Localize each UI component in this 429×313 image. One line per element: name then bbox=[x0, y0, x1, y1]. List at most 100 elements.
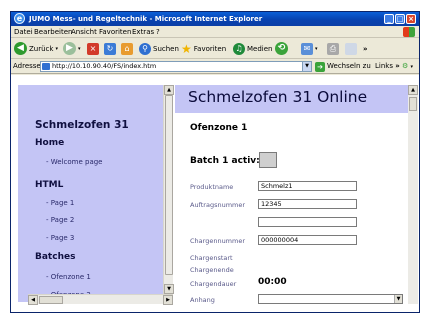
sidebar bbox=[18, 85, 173, 302]
back-button[interactable]: ◀ Zurück ▾ bbox=[14, 41, 58, 56]
field-label-anhang: Anhang bbox=[190, 296, 215, 304]
search-label: Suchen bbox=[153, 44, 179, 53]
scroll-right-icon[interactable]: ▶ bbox=[163, 295, 173, 305]
maximize-icon[interactable]: □ bbox=[395, 14, 405, 24]
toolbar: ◀ Zurück ▾ ▶ ▾ × ↻ ⌂ ⚲ Suchen ★ Favorite… bbox=[11, 38, 419, 59]
media-icon: ♫ bbox=[233, 42, 245, 55]
scroll-up-icon[interactable]: ▲ bbox=[164, 85, 174, 95]
menu-favoriten[interactable]: Favoriten bbox=[99, 27, 131, 37]
stop-button[interactable]: × bbox=[87, 41, 99, 56]
back-dropdown-icon[interactable]: ▾ bbox=[55, 46, 58, 52]
page-title: Schmelzofen 31 Online bbox=[188, 88, 368, 106]
print-button[interactable]: ⎙ bbox=[327, 41, 339, 56]
menu-bearbeiten[interactable]: Bearbeiten bbox=[34, 27, 72, 37]
field-label-produktname: Produktname bbox=[190, 183, 234, 191]
batch-label: Batch 1 activ: bbox=[190, 156, 260, 166]
address-input[interactable]: http://10.10.90.40/FS/index.htm ▼ bbox=[40, 61, 312, 72]
extension-dropdown-icon: ▾ bbox=[410, 64, 414, 70]
sidebar-item-page-1[interactable]: - Page 1 bbox=[46, 199, 74, 207]
history-icon: ⟲ bbox=[275, 42, 288, 55]
print-icon: ⎙ bbox=[327, 42, 339, 55]
sidebar-item-ofenzone-1[interactable]: - Ofenzone 1 bbox=[46, 273, 91, 281]
scroll-down-icon[interactable]: ▼ bbox=[164, 284, 174, 294]
edit-page-icon bbox=[345, 42, 357, 55]
mail-button[interactable]: ✉ ▾ bbox=[301, 41, 318, 56]
mail-dropdown-icon[interactable]: ▾ bbox=[315, 46, 318, 52]
search-icon: ⚲ bbox=[139, 42, 151, 55]
history-button[interactable]: ⟲ bbox=[275, 41, 288, 56]
go-button[interactable]: ➔ Wechseln zu bbox=[315, 61, 371, 72]
stop-icon: × bbox=[87, 42, 99, 55]
mail-icon: ✉ bbox=[301, 42, 313, 55]
zone-title: Ofenzone 1 bbox=[190, 123, 248, 133]
close-icon[interactable]: × bbox=[406, 14, 416, 24]
menu-datei[interactable]: Datei bbox=[14, 27, 33, 37]
window-title: JUMO Mess- und Regeltechnik - Microsoft … bbox=[29, 15, 263, 23]
address-url: http://10.10.90.40/FS/index.htm bbox=[52, 62, 157, 70]
menu-extras[interactable]: Extras bbox=[132, 27, 154, 37]
sidebar-item-welcome-page[interactable]: - Welcome page bbox=[46, 158, 102, 166]
refresh-button[interactable]: ↻ bbox=[104, 41, 116, 56]
go-label: Wechseln zu bbox=[327, 62, 371, 70]
toolbar-overflow-icon[interactable]: » bbox=[363, 41, 368, 56]
sidebar-vertical-scrollbar[interactable]: ▲ ▼ bbox=[163, 85, 174, 294]
forward-button[interactable]: ▶ ▾ bbox=[63, 41, 81, 56]
media-button[interactable]: ♫ Medien bbox=[233, 41, 272, 56]
favorites-label: Favoriten bbox=[193, 44, 227, 53]
links-button[interactable]: Links » ⚙ ▾ bbox=[375, 61, 413, 73]
field-label-chargendauer: Chargendauer bbox=[190, 280, 237, 288]
horizontal-scroll-thumb[interactable] bbox=[39, 296, 63, 304]
ie-logo-icon: e bbox=[14, 13, 25, 24]
menu-help[interactable]: ? bbox=[156, 27, 160, 37]
textarea-scroll-icon[interactable]: ▼ bbox=[394, 295, 402, 303]
field-label-chargenende: Chargenende bbox=[190, 266, 234, 274]
sidebar-horizontal-scrollbar[interactable]: ◀ ▶ bbox=[28, 294, 173, 305]
links-overflow-icon: » bbox=[395, 62, 400, 70]
menu-ansicht[interactable]: Ansicht bbox=[71, 27, 97, 37]
anhang-textarea[interactable]: ▼ bbox=[258, 294, 403, 304]
menu-bar: Datei Bearbeiten Ansicht Favoriten Extra… bbox=[11, 26, 419, 38]
back-label: Zurück bbox=[29, 44, 54, 53]
sidebar-item-page-2[interactable]: - Page 2 bbox=[46, 216, 74, 224]
extension-icon: ⚙ bbox=[401, 62, 409, 70]
refresh-icon: ↻ bbox=[104, 42, 116, 55]
batch-active-indicator bbox=[259, 152, 277, 168]
field-label-auftragsnummer: Auftragsnummer bbox=[190, 201, 246, 209]
search-button[interactable]: ⚲ Suchen bbox=[139, 41, 179, 56]
home-button[interactable]: ⌂ bbox=[121, 41, 133, 56]
page-icon bbox=[42, 63, 50, 70]
edit-button[interactable] bbox=[345, 41, 357, 56]
chargennummer-input[interactable]: 000000004 bbox=[258, 235, 357, 245]
field-label-chargenstart: Chargenstart bbox=[190, 254, 233, 262]
back-arrow-icon: ◀ bbox=[14, 42, 27, 55]
main-scroll-up-icon[interactable]: ▲ bbox=[408, 85, 418, 95]
window-controls: _ □ × bbox=[384, 14, 416, 24]
sidebar-item-html[interactable]: HTML bbox=[35, 180, 63, 190]
favorites-star-icon: ★ bbox=[181, 41, 192, 56]
forward-dropdown-icon[interactable]: ▾ bbox=[78, 46, 81, 52]
forward-arrow-icon: ▶ bbox=[63, 42, 76, 55]
main-scroll-thumb[interactable] bbox=[409, 97, 417, 111]
address-bar: Adresse http://10.10.90.40/FS/index.htm … bbox=[11, 59, 419, 74]
links-label: Links bbox=[375, 62, 393, 70]
sidebar-item-home[interactable]: Home bbox=[35, 138, 64, 148]
go-arrow-icon: ➔ bbox=[315, 61, 325, 72]
windows-logo-icon bbox=[403, 27, 415, 37]
charge-duration-value: 00:00 bbox=[258, 277, 287, 287]
auftragsnummer-input[interactable]: 12345 bbox=[258, 199, 357, 209]
media-label: Medien bbox=[247, 44, 273, 53]
sidebar-item-page-3[interactable]: - Page 3 bbox=[46, 234, 74, 242]
favorites-button[interactable]: ★ Favoriten bbox=[181, 41, 226, 56]
sidebar-item-batches[interactable]: Batches bbox=[35, 252, 75, 262]
extra-input[interactable] bbox=[258, 217, 357, 227]
address-dropdown-icon[interactable]: ▼ bbox=[302, 62, 311, 71]
scroll-left-icon[interactable]: ◀ bbox=[28, 295, 38, 305]
minimize-icon[interactable]: _ bbox=[384, 14, 394, 24]
sidebar-title: Schmelzofen 31 bbox=[35, 119, 129, 131]
address-label: Adresse bbox=[13, 62, 41, 70]
produktname-input[interactable]: Schmelz1 bbox=[258, 181, 357, 191]
page-header: Schmelzofen 31 Online bbox=[175, 85, 418, 113]
main-vertical-scrollbar[interactable]: ▲ bbox=[408, 85, 418, 304]
sidebar-scroll-thumb[interactable] bbox=[165, 95, 173, 275]
home-icon: ⌂ bbox=[121, 42, 133, 55]
